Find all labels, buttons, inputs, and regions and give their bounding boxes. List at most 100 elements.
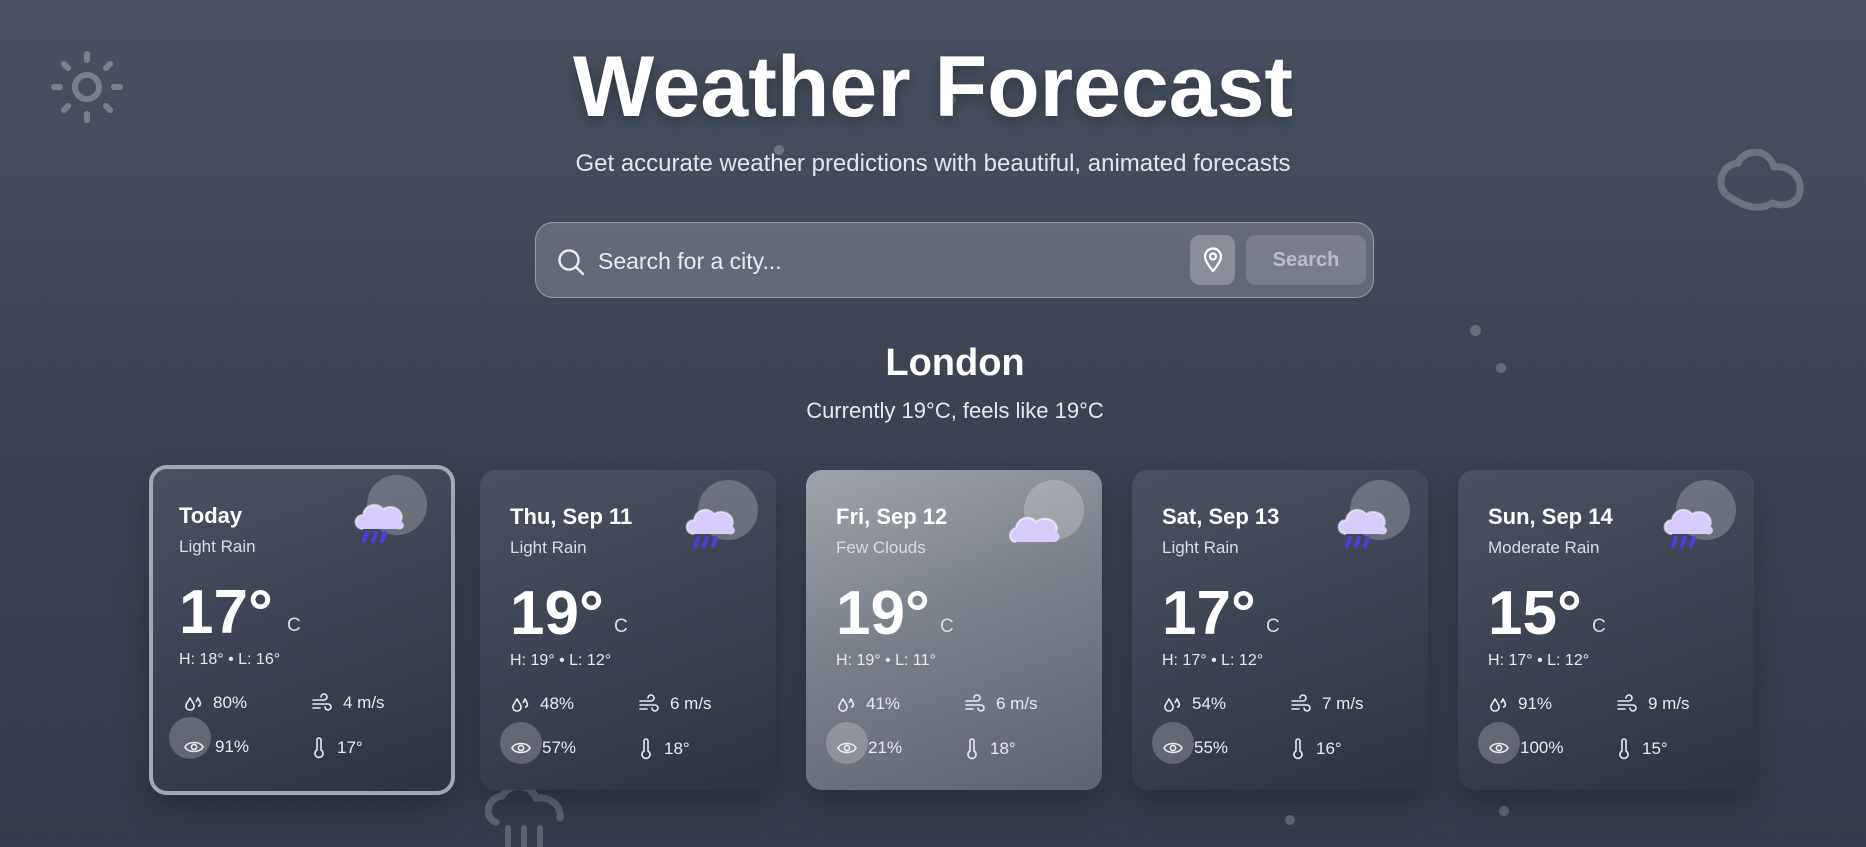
city-name: London [885,342,1025,384]
droplets-icon [512,698,529,712]
feels-like-value: 18° [664,739,690,758]
thermometer-icon [967,738,977,760]
humidity-stat: 48% [510,694,574,714]
humidity-stat: 91% [1488,694,1552,714]
wind-icon [965,694,985,712]
humidity-value: 54% [1192,694,1227,713]
high-low: H: 17° • L: 12° [1488,652,1590,669]
high-low: H: 19° • L: 12° [510,652,612,669]
thermometer-icon [314,737,324,759]
eye-icon [1489,742,1509,754]
visibility-value: 91% [215,737,250,756]
rain-cloud-icon [1337,508,1387,548]
droplets-icon [1164,698,1181,712]
humidity-value: 48% [540,694,575,713]
forecast-day: Sat, Sep 13 [1162,504,1280,529]
eye-icon [1163,742,1183,754]
feels-like-stat: 18° [638,738,690,760]
visibility-stat: 57% [510,738,576,758]
search-input[interactable] [596,237,1120,285]
wind-stat: 4 m/s [311,693,385,713]
forecast-day: Thu, Sep 11 [510,504,633,529]
wind-icon [1617,694,1637,712]
forecast-day: Today [179,503,243,528]
wind-icon [639,694,659,712]
feels-like-value: 15° [1642,739,1668,758]
wind-value: 7 m/s [1322,694,1364,713]
high-low: H: 18° • L: 16° [179,651,281,668]
search-button[interactable]: Search [1246,235,1366,285]
forecast-temp: 15° [1488,579,1582,648]
humidity-stat: 54% [1162,694,1226,714]
search-icon [558,249,585,276]
humidity-stat: 80% [183,693,247,713]
visibility-value: 100% [1520,738,1564,757]
humidity-value: 80% [213,693,248,712]
humidity-value: 91% [1518,694,1553,713]
eye-icon [184,741,204,753]
current-conditions: Currently 19°C, feels like 19°C [806,398,1104,423]
droplets-icon [185,697,202,711]
rain-cloud-icon [685,508,735,548]
forecast-card[interactable]: Sat, Sep 13 Light Rain 17° C H: 17° • L:… [1132,470,1428,790]
visibility-stat: 55% [1162,738,1228,758]
forecast-day: Fri, Sep 12 [836,504,948,529]
page-title: Weather Forecast [572,39,1294,135]
feels-like-stat: 16° [1290,738,1342,760]
rain-cloud-icon [354,503,404,543]
temp-unit: C [1266,616,1280,637]
forecast-day: Sun, Sep 14 [1488,504,1613,529]
forecast-card[interactable]: Sun, Sep 14 Moderate Rain 15° C H: 17° •… [1458,470,1754,790]
wind-value: 4 m/s [343,693,385,712]
wind-stat: 6 m/s [964,694,1038,714]
temp-unit: C [940,616,954,637]
visibility-stat: 21% [836,738,902,758]
forecast-card[interactable]: Today Light Rain 17° C H: 18° • L: 16° 8… [149,465,455,795]
wind-value: 6 m/s [670,694,712,713]
cloud-icon [1009,516,1060,543]
rain-decoration-icon [484,783,564,847]
location-button[interactable] [1190,235,1235,285]
map-pin-icon [1203,247,1222,273]
temp-unit: C [614,616,628,637]
decor-dot [1470,325,1481,336]
forecast-condition: Light Rain [179,537,256,556]
forecast-card[interactable]: Thu, Sep 11 Light Rain 19° C H: 19° • L:… [480,470,776,790]
feels-like-stat: 18° [964,738,1016,760]
forecast-temp: 17° [1162,579,1256,648]
high-low: H: 19° • L: 11° [836,652,936,669]
droplets-icon [1490,698,1507,712]
wind-icon [1291,694,1311,712]
forecast-card[interactable]: Fri, Sep 12 Few Clouds 19° C H: 19° • L:… [806,470,1102,790]
wind-stat: 6 m/s [638,694,712,714]
humidity-stat: 41% [836,694,900,714]
feels-like-stat: 15° [1616,738,1668,760]
wind-icon [312,693,332,711]
page-subtitle: Get accurate weather predictions with be… [575,150,1291,177]
forecast-temp: 19° [510,579,604,648]
eye-icon [837,742,857,754]
forecast-condition: Light Rain [1162,538,1239,557]
feels-like-value: 16° [1316,739,1342,758]
thermometer-icon [641,738,651,760]
droplets-icon [838,698,855,712]
forecast-condition: Moderate Rain [1488,538,1600,557]
visibility-stat: 100% [1488,738,1563,758]
visibility-value: 55% [1194,738,1229,757]
forecast-temp: 19° [836,579,930,648]
high-low: H: 17° • L: 12° [1162,652,1264,669]
feels-like-stat: 17° [311,737,363,759]
feels-like-value: 17° [337,738,363,757]
eye-icon [511,742,531,754]
search-bar: Search [535,222,1374,298]
thermometer-icon [1619,738,1629,760]
forecast-temp: 17° [179,578,273,647]
decor-dot [1499,806,1509,816]
wind-value: 9 m/s [1648,694,1690,713]
feels-like-value: 18° [990,739,1016,758]
visibility-stat: 91% [183,737,249,757]
thermometer-icon [1293,738,1303,760]
visibility-value: 21% [868,738,903,757]
visibility-value: 57% [542,738,577,757]
humidity-value: 41% [866,694,901,713]
